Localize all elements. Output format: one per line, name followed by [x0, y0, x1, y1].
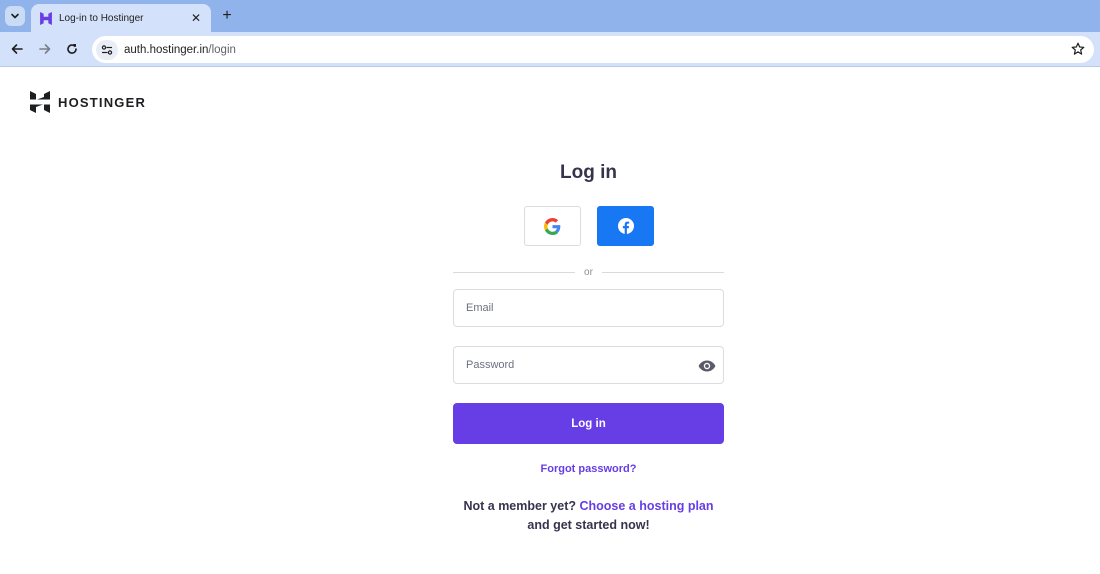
reload-icon	[67, 44, 77, 54]
url-host: auth.hostinger.in	[124, 43, 209, 56]
divider-line	[601, 271, 724, 273]
signup-prompt: Not a member yet? Choose a hosting plan …	[430, 497, 747, 535]
signup-prompt-suffix: and get started now!	[527, 518, 650, 532]
hostinger-favicon-icon	[39, 11, 53, 25]
tab-title: Log-in to Hostinger	[59, 12, 144, 24]
or-divider: or	[453, 265, 724, 279]
new-tab-button[interactable]: +	[218, 7, 236, 25]
url-path: /login	[208, 43, 236, 56]
divider-text: or	[584, 266, 593, 278]
signup-prompt-prefix: Not a member yet?	[463, 499, 576, 513]
google-login-button[interactable]	[524, 206, 581, 246]
browser-tab[interactable]: Log-in to Hostinger ✕	[31, 4, 211, 32]
logo-text: HOSTINGER	[58, 94, 147, 110]
hostinger-logo[interactable]: HOSTINGER	[30, 91, 146, 113]
google-icon	[544, 217, 561, 235]
address-bar[interactable]: auth.hostinger.in/login	[92, 36, 1094, 63]
facebook-icon	[617, 218, 634, 234]
choose-hosting-plan-link[interactable]: Choose a hosting plan	[579, 499, 713, 513]
password-field-container	[453, 346, 724, 384]
back-arrow-icon	[11, 44, 23, 54]
tab-strip: Log-in to Hostinger ✕ +	[0, 0, 1100, 32]
reload-button[interactable]	[63, 40, 81, 58]
browser-toolbar: auth.hostinger.in/login	[0, 32, 1100, 67]
url-text: auth.hostinger.in/login	[124, 44, 236, 56]
site-info-icon[interactable]	[96, 39, 118, 60]
password-input[interactable]	[454, 347, 723, 383]
email-input[interactable]	[454, 290, 723, 326]
close-tab-icon[interactable]: ✕	[189, 11, 203, 25]
forward-arrow-icon	[39, 44, 51, 54]
facebook-login-button[interactable]	[597, 206, 654, 246]
bookmark-star-icon[interactable]	[1070, 41, 1086, 57]
tab-search-button[interactable]	[5, 6, 25, 26]
divider-line	[453, 271, 576, 273]
login-button[interactable]: Log in	[453, 403, 724, 444]
hostinger-logo-icon	[30, 91, 50, 113]
show-password-eye-icon[interactable]	[698, 358, 716, 374]
forgot-password-link[interactable]: Forgot password?	[453, 463, 724, 475]
back-button[interactable]	[8, 40, 26, 58]
chevron-down-icon	[11, 13, 19, 19]
email-field-container	[453, 289, 724, 327]
forward-button[interactable]	[36, 40, 54, 58]
page-title: Log in	[560, 162, 617, 183]
